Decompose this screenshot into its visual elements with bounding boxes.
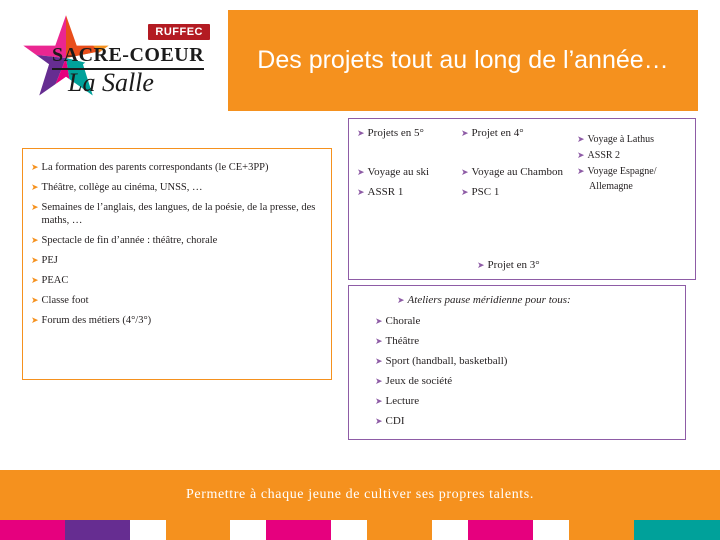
list-item-label: Classe foot xyxy=(41,295,89,306)
list-item: ➤ Jeux de société xyxy=(375,375,677,388)
list-item-label: ASSR 2 xyxy=(587,150,621,161)
chevron-right-icon: ➤ xyxy=(375,396,383,406)
list-item: ➤ Classe foot xyxy=(31,294,321,307)
column-5e: ➤ Projets en 5° xyxy=(357,127,462,143)
column-4e: ➤ Projet en 4° xyxy=(461,127,571,143)
list-item: ➤ Lecture xyxy=(375,395,677,408)
chevron-right-icon: ➤ xyxy=(477,260,485,270)
chevron-right-icon: ➤ xyxy=(461,167,469,177)
list-item: ➤ Voyage au ski xyxy=(357,166,467,179)
list-item-label: Forum des métiers (4°/3°) xyxy=(41,315,152,326)
chevron-right-icon: ➤ xyxy=(375,356,383,366)
list-item-label: Spectacle de fin d’année : théâtre, chor… xyxy=(41,235,218,246)
list-item-label: PEJ xyxy=(41,255,58,266)
list-item: ➤ Forum des métiers (4°/3°) xyxy=(31,314,321,327)
list-item-label: CDI xyxy=(385,415,405,427)
chevron-right-icon: ➤ xyxy=(31,182,39,192)
list-item-continuation: Allemagne xyxy=(589,181,633,192)
column-3e-items: ➤ Voyage à Lathus ➤ ASSR 2 ➤ Voyage Espa… xyxy=(577,133,693,192)
list-item: ➤ CDI xyxy=(375,415,677,428)
list-item: ➤ Projet en 3° xyxy=(477,259,677,272)
column-4e-items: ➤ Voyage au Chambon ➤ PSC 1 xyxy=(461,166,579,206)
column-title: Projets en 5° xyxy=(367,127,424,139)
chevron-right-icon: ➤ xyxy=(31,315,39,325)
list-item-label: La formation des parents correspondants … xyxy=(41,162,269,173)
chevron-right-icon: ➤ xyxy=(357,128,365,138)
chevron-right-icon: ➤ xyxy=(357,187,365,197)
list-item: ➤ Voyage au Chambon xyxy=(461,166,579,179)
list-item-label: Chorale xyxy=(385,315,421,327)
list-item-label: Sport (handball, basketball) xyxy=(385,355,508,367)
chevron-right-icon: ➤ xyxy=(375,416,383,426)
list-item-label: Jeux de société xyxy=(385,375,453,387)
list-item: ➤ PEAC xyxy=(31,274,321,287)
list-item: ➤ Voyage à Lathus xyxy=(577,133,693,146)
chevron-right-icon: ➤ xyxy=(31,255,39,265)
footer-banner: Permettre à chaque jeune de cultiver ses… xyxy=(0,470,720,520)
list-item: ➤ PEJ xyxy=(31,254,321,267)
chevron-right-icon: ➤ xyxy=(397,295,405,305)
list-item-label: PEAC xyxy=(41,275,69,286)
list-item: ➤ ASSR 1 xyxy=(357,186,467,199)
logo-name-line1: SACRE-COEUR xyxy=(52,44,205,66)
chevron-right-icon: ➤ xyxy=(461,128,469,138)
list-item-label: Voyage au Chambon xyxy=(471,166,563,178)
list-item: ➤ PSC 1 xyxy=(461,186,579,199)
column-5e-items: ➤ Voyage au ski ➤ ASSR 1 xyxy=(357,166,467,206)
chevron-right-icon: ➤ xyxy=(375,376,383,386)
list-item-label: Théâtre, collège au cinéma, UNSS, … xyxy=(41,182,203,193)
list-item-label: Voyage à Lathus xyxy=(587,134,655,145)
list-item-label: ASSR 1 xyxy=(367,186,404,198)
left-activities-box: ➤ La formation des parents correspondant… xyxy=(22,148,332,380)
list-item: ➤ ASSR 2 xyxy=(577,149,693,162)
list-item: ➤ Semaines de l’anglais, des langues, de… xyxy=(31,201,321,227)
column-title: Projet en 4° xyxy=(471,127,524,139)
list-item-label: Voyage Espagne/ xyxy=(587,166,657,177)
column-title: Projet en 3° xyxy=(487,259,540,271)
footer-slogan: Permettre à chaque jeune de cultiver ses… xyxy=(186,487,534,502)
logo-name-line2: La Salle xyxy=(68,68,154,97)
chevron-right-icon: ➤ xyxy=(31,162,39,172)
list-item: ➤ Projets en 5° xyxy=(357,127,462,140)
chevron-right-icon: ➤ xyxy=(375,316,383,326)
chevron-right-icon: ➤ xyxy=(31,235,39,245)
column-3e-title: ➤ Projet en 3° xyxy=(477,259,677,279)
page-title: Des projets tout au long de l’année… xyxy=(257,46,669,74)
chevron-right-icon: ➤ xyxy=(461,187,469,197)
lunch-workshops-box: ➤ Ateliers pause méridienne pour tous: ➤… xyxy=(348,285,686,440)
list-item: ➤ Sport (handball, basketball) xyxy=(375,355,677,368)
list-item: ➤ Chorale xyxy=(375,315,677,328)
workshops-title: Ateliers pause méridienne pour tous: xyxy=(407,294,571,306)
header-banner: Des projets tout au long de l’année… xyxy=(228,10,698,111)
list-item: ➤ Théâtre, collège au cinéma, UNSS, … xyxy=(31,181,321,194)
list-item: ➤ Spectacle de fin d’année : théâtre, ch… xyxy=(31,234,321,247)
list-item-label: Lecture xyxy=(385,395,420,407)
list-item: ➤ Projet en 4° xyxy=(461,127,571,140)
list-item-label: Semaines de l’anglais, des langues, de l… xyxy=(41,202,316,226)
chevron-right-icon: ➤ xyxy=(31,202,39,212)
list-item: ➤ Théâtre xyxy=(375,335,677,348)
chevron-right-icon: ➤ xyxy=(375,336,383,346)
chevron-right-icon: ➤ xyxy=(357,167,365,177)
footer-color-strip xyxy=(0,520,720,540)
chevron-right-icon: ➤ xyxy=(577,134,585,144)
logo-ruffec-badge: RUFFEC xyxy=(148,24,210,40)
chevron-right-icon: ➤ xyxy=(577,150,585,160)
list-item-label: Théâtre xyxy=(385,335,420,347)
levels-projects-box: ➤ Projets en 5° ➤ Projet en 4° ➤ Voyage … xyxy=(348,118,696,280)
chevron-right-icon: ➤ xyxy=(31,295,39,305)
list-item-label: PSC 1 xyxy=(471,186,500,198)
chevron-right-icon: ➤ xyxy=(31,275,39,285)
list-item: ➤ La formation des parents correspondant… xyxy=(31,161,321,174)
list-item-label: Voyage au ski xyxy=(367,166,430,178)
list-item: ➤ Voyage Espagne/ xyxy=(577,165,693,178)
school-logo: RUFFEC SACRE-COEUR La Salle xyxy=(14,6,214,114)
workshops-title-row: ➤ Ateliers pause méridienne pour tous: xyxy=(397,294,677,307)
